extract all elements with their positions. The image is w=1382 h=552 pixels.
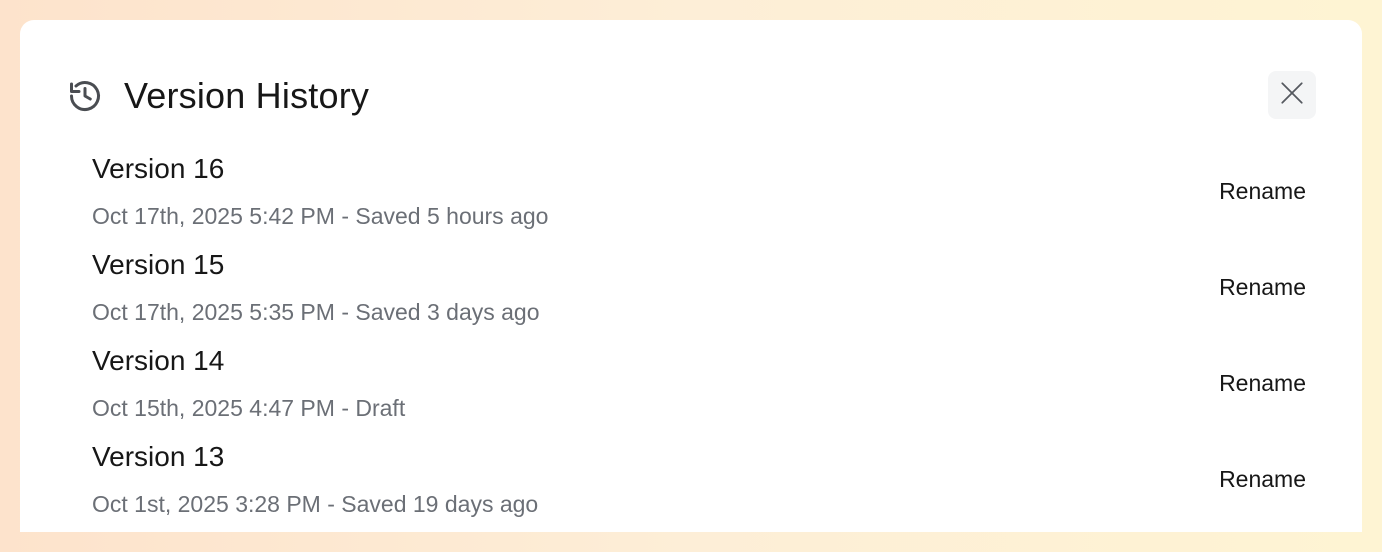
dialog-header: Version History: [67, 72, 369, 120]
dialog-title: Version History: [124, 75, 370, 116]
version-history-dialog: Version History Version 16 Oct 17th, 202…: [20, 20, 1362, 532]
version-row[interactable]: Version 13 Oct 1st, 2025 3:28 PM - Saved…: [92, 434, 1316, 530]
version-meta: Oct 17th, 2025 5:42 PM - Saved 5 hours a…: [92, 203, 549, 229]
version-name: Version 14: [92, 345, 225, 376]
history-icon: [67, 78, 103, 114]
rename-button[interactable]: Rename: [1219, 173, 1306, 209]
rename-button[interactable]: Rename: [1219, 269, 1306, 305]
version-row[interactable]: Version 16 Oct 17th, 2025 5:42 PM - Save…: [92, 146, 1316, 242]
version-meta: Oct 15th, 2025 4:47 PM - Draft: [92, 395, 406, 421]
rename-button[interactable]: Rename: [1219, 461, 1306, 497]
close-icon: [1279, 80, 1305, 111]
version-row[interactable]: Version 15 Oct 17th, 2025 5:35 PM - Save…: [92, 242, 1316, 338]
version-name: Version 15: [92, 249, 225, 280]
close-button[interactable]: [1268, 71, 1316, 119]
version-meta: Oct 17th, 2025 5:35 PM - Saved 3 days ag…: [92, 299, 540, 325]
version-name: Version 13: [92, 441, 225, 472]
version-name: Version 16: [92, 153, 225, 184]
version-meta: Oct 1st, 2025 3:28 PM - Saved 19 days ag…: [92, 491, 539, 517]
rename-button[interactable]: Rename: [1219, 365, 1306, 401]
version-row[interactable]: Version 14 Oct 15th, 2025 4:47 PM - Draf…: [92, 338, 1316, 434]
version-list: Version 16 Oct 17th, 2025 5:42 PM - Save…: [92, 146, 1316, 530]
